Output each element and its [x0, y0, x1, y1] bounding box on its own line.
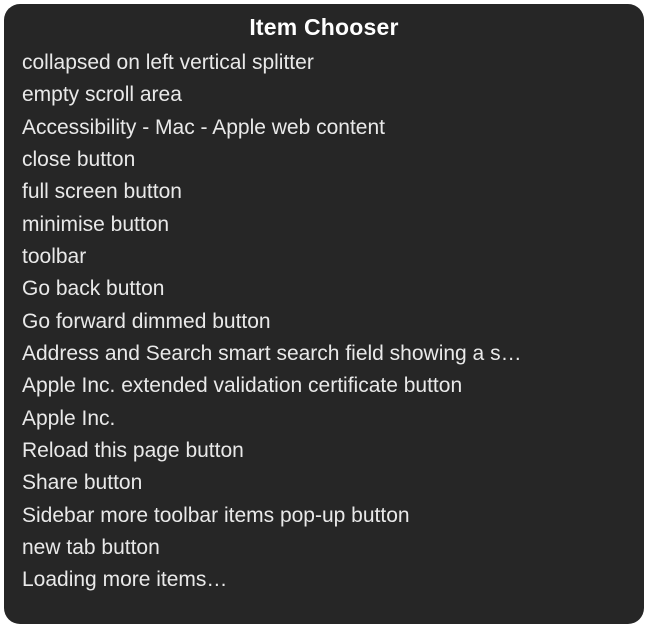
list-item[interactable]: Accessibility - Mac - Apple web content [22, 112, 626, 144]
list-item[interactable]: collapsed on left vertical splitter [22, 47, 626, 79]
item-list[interactable]: collapsed on left vertical splitter empt… [4, 47, 644, 624]
list-item[interactable]: Reload this page button [22, 435, 626, 467]
list-item[interactable]: empty scroll area [22, 79, 626, 111]
list-item[interactable]: new tab button [22, 532, 626, 564]
list-item[interactable]: Share button [22, 467, 626, 499]
list-item[interactable]: toolbar [22, 241, 626, 273]
list-item[interactable]: close button [22, 144, 626, 176]
item-chooser-panel: Item Chooser collapsed on left vertical … [4, 4, 644, 624]
list-item[interactable]: Go forward dimmed button [22, 306, 626, 338]
list-item[interactable]: full screen button [22, 176, 626, 208]
list-item[interactable]: minimise button [22, 209, 626, 241]
list-item[interactable]: Apple Inc. extended validation certifica… [22, 370, 626, 402]
list-item[interactable]: Apple Inc. [22, 403, 626, 435]
list-item[interactable]: Loading more items… [22, 564, 626, 596]
list-item[interactable]: Go back button [22, 273, 626, 305]
panel-title: Item Chooser [4, 4, 644, 47]
list-item[interactable]: Sidebar more toolbar items pop-up button [22, 500, 626, 532]
list-item[interactable]: Address and Search smart search field sh… [22, 338, 626, 370]
